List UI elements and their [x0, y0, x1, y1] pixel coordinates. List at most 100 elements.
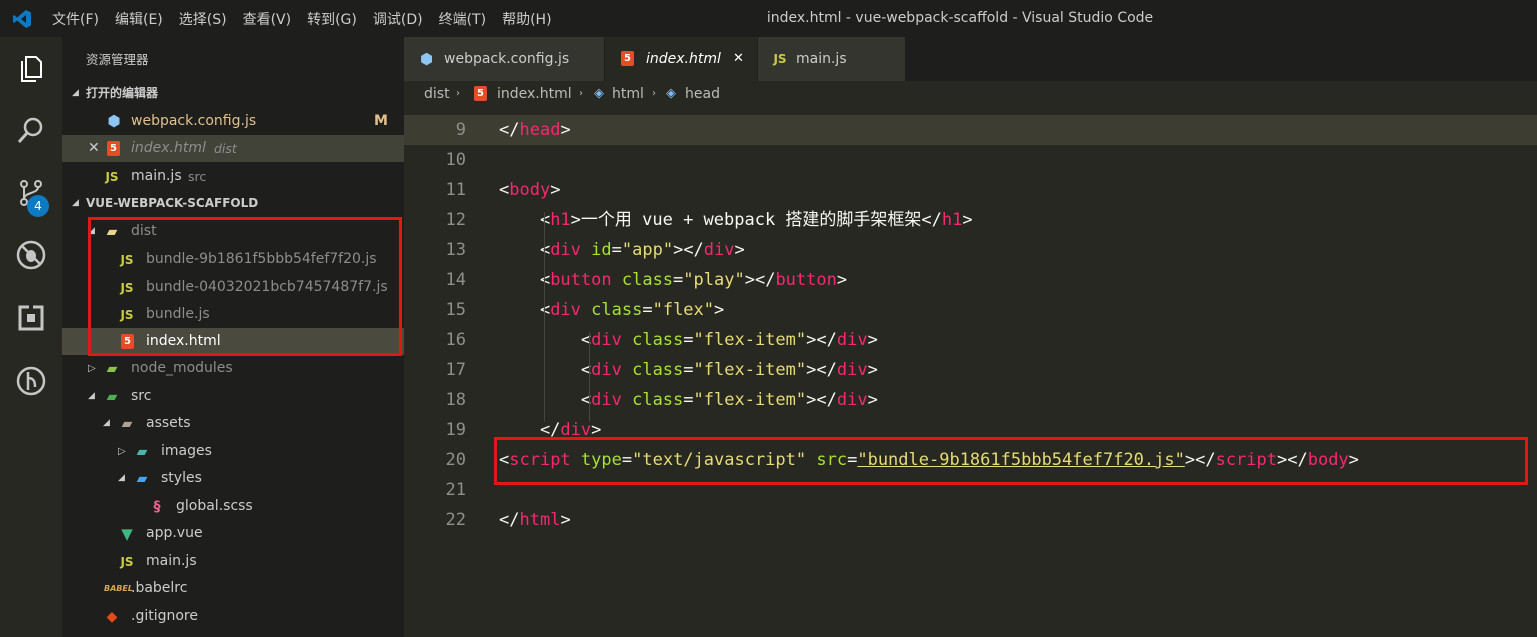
tree-file[interactable]: ◆ .gitignore [62, 603, 404, 630]
code-token: "app" [621, 240, 674, 260]
collapse-arrow-icon: ◢ [72, 198, 79, 208]
code-line[interactable]: 14 <button class="play"></button> [404, 265, 1537, 295]
code-token: "play" [683, 270, 745, 290]
code-text: </head> [499, 115, 571, 145]
code-line[interactable]: 16 <div class="flex-item"></div> [404, 325, 1537, 355]
tree-file[interactable]: ▼ app.vue [62, 520, 404, 547]
window-title: index.html - vue-webpack-scaffold - Visu… [766, 10, 1154, 26]
files-icon [21, 56, 42, 82]
code-text: <div class="flex-item"></div> [499, 355, 878, 385]
debug-button[interactable] [0, 227, 62, 283]
code-line[interactable]: 10 [404, 145, 1537, 175]
tab-webpack-config[interactable]: ⬢ webpack.config.js [404, 37, 604, 81]
extensions-button[interactable] [0, 290, 62, 346]
breadcrumb-item[interactable]: head [685, 81, 720, 107]
tree-folder-node-modules[interactable]: ▷ ▰ node_modules [62, 355, 404, 382]
line-number: 11 [445, 180, 466, 200]
menu-go[interactable]: 转到(G) [299, 9, 365, 29]
explorer-sidebar: 资源管理器 ◢ 打开的编辑器 ⬢ webpack.config.js M ✕ 5… [62, 37, 404, 637]
menu-selection[interactable]: 选择(S) [171, 9, 235, 29]
js-file-icon: JS [105, 170, 119, 184]
code-token: "flex-item" [693, 360, 807, 380]
extensions-icon [18, 305, 44, 331]
code-text: <button class="play"></button> [499, 265, 847, 295]
code-token: < [499, 360, 592, 380]
close-tab-icon[interactable]: ✕ [733, 37, 744, 81]
menu-bar: 文件(F) 编辑(E) 选择(S) 查看(V) 转到(G) 调试(D) 终端(T… [44, 0, 560, 37]
menu-help[interactable]: 帮助(H) [494, 9, 559, 29]
node-folder-icon: ▰ [106, 361, 118, 377]
code-line[interactable]: 12 <h1>一个用 vue + webpack 搭建的脚手架框架</h1> [404, 205, 1537, 235]
menu-terminal[interactable]: 终端(T) [431, 9, 494, 29]
code-token: head [519, 120, 561, 140]
tree-file[interactable]: BABEL .babelrc [62, 575, 404, 602]
code-line[interactable]: 18 <div class="flex-item"></div> [404, 385, 1537, 415]
tab-bar: ⬢ webpack.config.js 5 index.html ✕ JS ma… [404, 37, 1537, 81]
tab-index-html[interactable]: 5 index.html ✕ [605, 37, 757, 81]
tree-file[interactable]: JS main.js [62, 548, 404, 575]
code-token: = [683, 360, 694, 380]
code-token: class [632, 390, 684, 410]
tree-folder-assets[interactable]: ◢ ▰ assets [62, 410, 404, 437]
breadcrumb-item[interactable]: index.html [497, 81, 572, 107]
tree-file[interactable]: § global.scss [62, 493, 404, 520]
code-line[interactable]: 15 <div class="flex"> [404, 295, 1537, 325]
search-button[interactable] [0, 102, 62, 158]
code-token: > [836, 270, 848, 290]
tab-main-js[interactable]: JS main.js [758, 37, 905, 81]
open-editor-item[interactable]: ⬢ webpack.config.js M [62, 108, 404, 135]
code-line[interactable]: 13 <div id="app"></div> [404, 235, 1537, 265]
code-line[interactable]: 11 <body> [404, 175, 1537, 205]
tree-folder-src[interactable]: ◢ ▰ src [62, 383, 404, 410]
line-number: 10 [445, 150, 466, 170]
code-token: h1 [941, 210, 963, 230]
open-editor-item[interactable]: ✕ 5 index.html dist [62, 135, 404, 162]
code-token: div [836, 360, 868, 380]
code-line[interactable]: 17 <div class="flex-item"></div> [404, 355, 1537, 385]
code-token: "flex-item" [693, 390, 807, 410]
menu-debug[interactable]: 调试(D) [365, 9, 431, 29]
tree-folder-styles[interactable]: ◢ ▰ styles [62, 465, 404, 492]
code-line[interactable]: 22 </html> [404, 505, 1537, 535]
images-folder-icon: ▰ [136, 444, 148, 460]
indent-guide [589, 332, 590, 422]
explorer-button[interactable] [0, 41, 62, 97]
code-token: > [550, 180, 561, 200]
code-editor[interactable]: 22 </html> 21 20 <script type="text/javascri… [404, 107, 1537, 637]
line-number: 20 [445, 450, 466, 470]
gitlens-button[interactable] [0, 353, 62, 409]
open-editor-item[interactable]: JS main.js src [62, 163, 404, 190]
code-token: = [642, 300, 653, 320]
search-icon [17, 117, 43, 143]
project-header[interactable]: ◢ VUE-WEBPACK-SCAFFOLD [62, 190, 404, 217]
menu-view[interactable]: 查看(V) [235, 9, 300, 29]
babel-file-icon: BABEL [104, 584, 133, 593]
html5-file-icon: 5 [621, 51, 634, 66]
open-editors-header[interactable]: ◢ 打开的编辑器 [62, 80, 404, 107]
collapse-arrow-icon: ◢ [88, 391, 95, 401]
code-token: class [632, 330, 684, 350]
sass-file-icon: § [153, 499, 161, 515]
tree-folder-images[interactable]: ▷ ▰ images [62, 438, 404, 465]
code-token: < [499, 330, 592, 350]
breadcrumb-item[interactable]: html [612, 81, 644, 107]
line-number: 9 [455, 120, 466, 140]
code-line[interactable]: 9 </head> [404, 115, 1537, 145]
code-token: < [499, 300, 551, 320]
code-token: div [591, 360, 622, 380]
code-token: class [632, 360, 684, 380]
code-text: <body> [499, 175, 560, 205]
code-token: div [550, 240, 581, 260]
element-icon: ◈ [594, 86, 604, 101]
code-token: > [560, 120, 571, 140]
code-token: > [867, 390, 878, 410]
code-token: ></ [806, 390, 837, 410]
menu-file[interactable]: 文件(F) [44, 9, 107, 29]
breadcrumb-item[interactable]: dist [424, 81, 450, 107]
menu-edit[interactable]: 编辑(E) [107, 9, 171, 29]
close-editor-icon[interactable]: ✕ [88, 135, 100, 162]
line-number: 19 [445, 420, 466, 440]
